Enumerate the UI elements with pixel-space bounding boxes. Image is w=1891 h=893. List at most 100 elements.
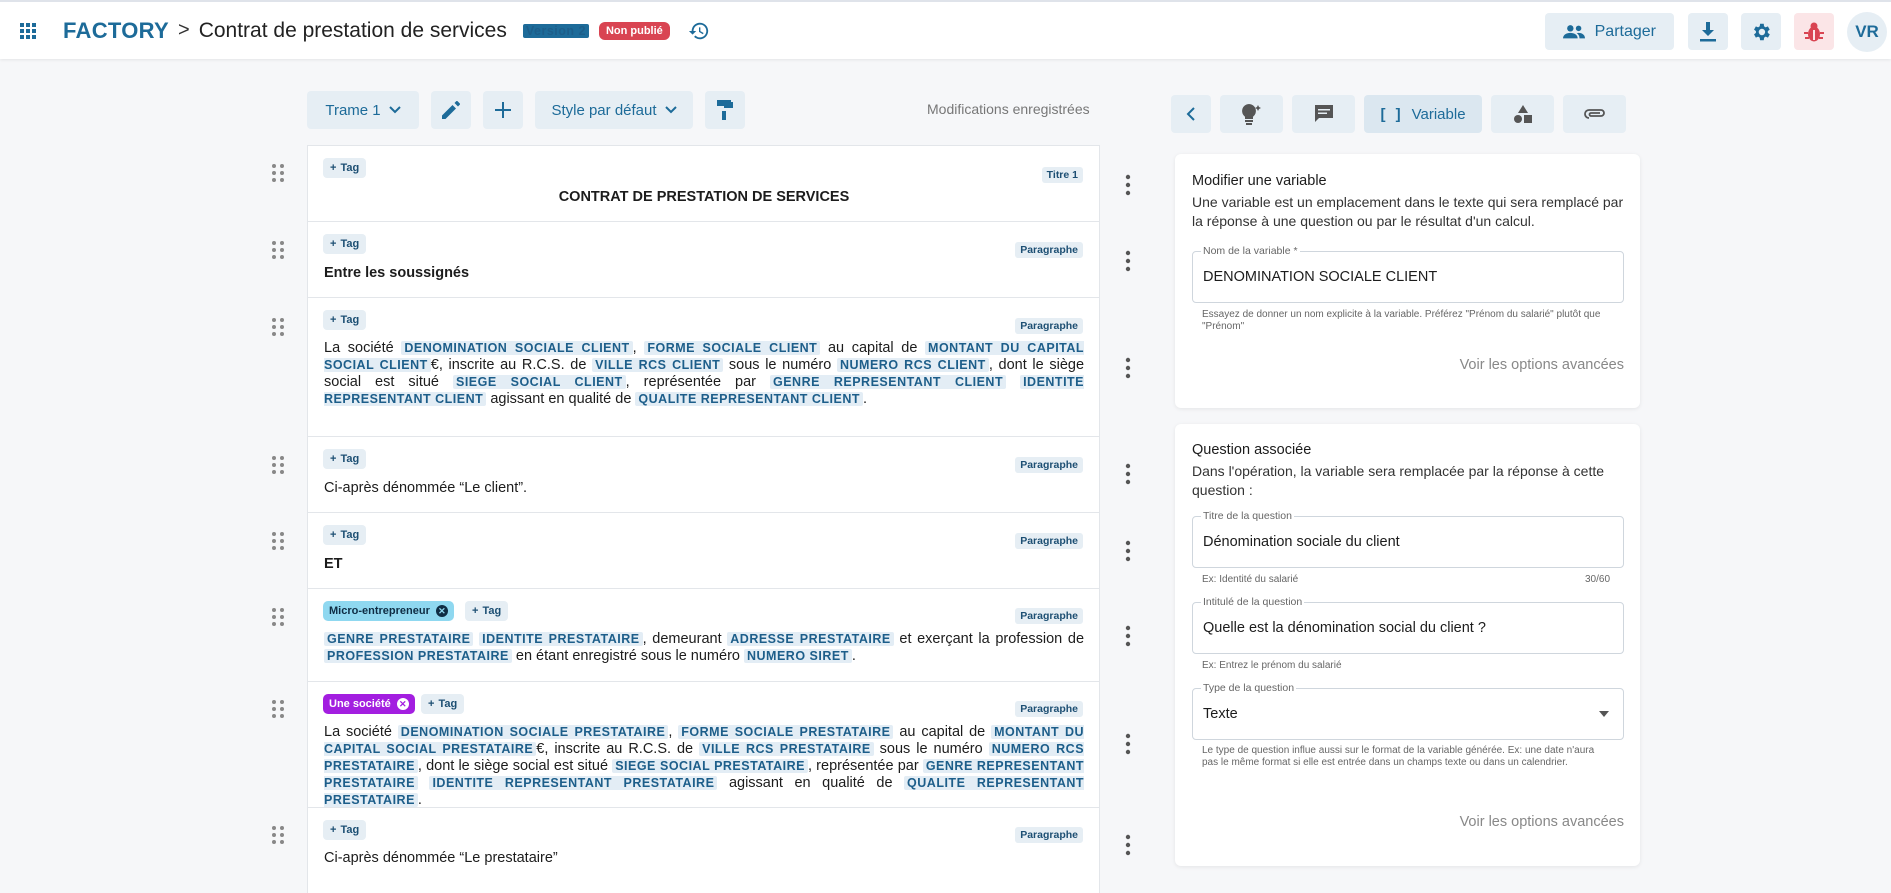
avatar[interactable]: VR xyxy=(1847,11,1887,52)
variable-token[interactable]: NUMERO SIRET xyxy=(744,649,852,663)
more-vert-icon[interactable] xyxy=(1120,357,1136,379)
brackets-icon: [ ] xyxy=(1380,105,1404,123)
drag-handle-icon[interactable] xyxy=(271,607,285,627)
variable-token[interactable]: FORME SOCIALE CLIENT xyxy=(644,341,821,355)
brand-link[interactable]: FACTORY xyxy=(63,18,169,44)
drag-handle-icon[interactable] xyxy=(271,317,285,337)
more-vert-icon[interactable] xyxy=(1120,463,1136,485)
document-block[interactable]: + Tag Paragraphe La société DENOMINATION … xyxy=(307,297,1100,436)
top-bar: FACTORY > Contrat de prestation de servi… xyxy=(0,0,1891,59)
drag-handle-icon[interactable] xyxy=(271,699,285,719)
condition-tag-label: Une société xyxy=(329,698,391,710)
variable-token[interactable]: GENRE PRESTATAIRE xyxy=(324,632,474,646)
variable-token[interactable]: QUALITE REPRESENTANT CLIENT xyxy=(635,392,864,406)
variable-token[interactable]: IDENTITE REPRESENTANT PRESTATAIRE xyxy=(429,776,718,790)
share-button[interactable]: Partager xyxy=(1544,13,1674,50)
settings-button[interactable] xyxy=(1741,13,1781,50)
document-block[interactable]: Une société ✕ + Tag Paragraphe La société… xyxy=(307,681,1100,808)
edit-button[interactable] xyxy=(431,91,471,129)
block-style-badge: Titre 1 xyxy=(1041,167,1083,183)
variable-token[interactable]: GENRE REPRESENTANT CLIENT xyxy=(769,375,1007,389)
add-tag-label: Tag xyxy=(340,314,360,326)
share-label: Partager xyxy=(1594,22,1656,40)
variable-token[interactable]: SIEGE SOCIAL PRESTATAIRE xyxy=(612,759,808,773)
add-tag-button[interactable]: + Tag xyxy=(323,234,367,254)
document-block[interactable]: + Tag Paragraphe ET xyxy=(307,512,1100,588)
add-block-button[interactable] xyxy=(483,91,523,129)
variable-token[interactable]: IDENTITE PRESTATAIRE xyxy=(479,632,643,646)
status-badge: Non publié xyxy=(598,21,670,40)
add-tag-button[interactable]: + Tag xyxy=(323,310,367,330)
more-vert-icon[interactable] xyxy=(1120,625,1136,647)
condition-tag[interactable]: Micro-entrepreneur ✕ xyxy=(323,601,454,621)
drag-handle-icon[interactable] xyxy=(271,825,285,845)
add-tag-button[interactable]: + Tag xyxy=(323,820,367,840)
shapes-icon xyxy=(1513,105,1532,123)
variable-name-field[interactable]: Nom de la variable * DENOMINATION SOCIAL… xyxy=(1192,245,1624,303)
advanced-options-link[interactable]: Voir les options avancées xyxy=(1460,357,1624,373)
question-type-select[interactable]: Type de la question Texte xyxy=(1192,682,1624,740)
plus-icon: + xyxy=(330,314,337,326)
variable-token[interactable]: FORME SOCIALE PRESTATAIRE xyxy=(678,725,894,739)
variable-token[interactable]: VILLE RCS PRESTATAIRE xyxy=(699,742,874,756)
download-icon xyxy=(1700,21,1716,41)
more-vert-icon[interactable] xyxy=(1120,250,1136,272)
add-tag-label: Tag xyxy=(340,453,360,465)
bug-report-button[interactable] xyxy=(1794,13,1834,50)
apps-grid-icon[interactable] xyxy=(11,14,45,48)
advanced-options-link[interactable]: Voir les options avancées xyxy=(1460,814,1624,830)
add-tag-button[interactable]: + Tag xyxy=(465,601,509,621)
people-icon xyxy=(1562,24,1585,38)
history-icon[interactable] xyxy=(686,18,712,44)
variable-token[interactable]: PROFESSION PRESTATAIRE xyxy=(324,649,512,663)
document-block[interactable]: + Tag Titre 1 CONTRAT DE PRESTATION DE SE… xyxy=(307,145,1100,221)
variable-card-title: Modifier une variable xyxy=(1192,173,1327,189)
tab-suggestions[interactable] xyxy=(1220,95,1283,133)
style-select[interactable]: Style par défaut xyxy=(535,91,693,129)
comment-icon xyxy=(1314,105,1333,122)
tab-comments[interactable] xyxy=(1292,95,1355,133)
tab-attachments[interactable] xyxy=(1563,95,1626,133)
more-vert-icon[interactable] xyxy=(1120,834,1136,856)
block-text: La société DENOMINATION SOCIALE PRESTATA… xyxy=(324,724,1085,808)
variable-name-value: DENOMINATION SOCIALE CLIENT xyxy=(1203,269,1438,285)
more-vert-icon[interactable] xyxy=(1120,733,1136,755)
breadcrumb-separator: > xyxy=(178,19,190,41)
condition-tag[interactable]: Une société ✕ xyxy=(323,694,415,714)
drag-handle-icon[interactable] xyxy=(271,531,285,551)
tab-variable[interactable]: [ ] Variable xyxy=(1364,95,1482,133)
variable-token[interactable]: DENOMINATION SOCIALE PRESTATAIRE xyxy=(397,725,669,739)
variable-token[interactable]: DENOMINATION SOCIALE CLIENT xyxy=(401,341,633,355)
drag-handle-icon[interactable] xyxy=(271,455,285,475)
variable-token[interactable]: VILLE RCS CLIENT xyxy=(592,358,724,372)
bug-icon xyxy=(1804,22,1824,41)
remove-tag-icon[interactable]: ✕ xyxy=(435,605,448,617)
variable-token[interactable]: SIEGE SOCIAL CLIENT xyxy=(452,375,626,389)
question-card: Question associée Dans l'opération, la v… xyxy=(1175,424,1640,866)
add-tag-button[interactable]: + Tag xyxy=(421,694,465,714)
version-badge: Version 2 xyxy=(522,23,589,38)
drag-handle-icon[interactable] xyxy=(271,163,285,183)
more-vert-icon[interactable] xyxy=(1120,174,1136,196)
download-button[interactable] xyxy=(1688,13,1728,50)
more-vert-icon[interactable] xyxy=(1120,540,1136,562)
add-tag-button[interactable]: + Tag xyxy=(323,158,367,178)
variable-token[interactable]: NUMERO RCS CLIENT xyxy=(837,358,989,372)
document-block[interactable]: + Tag Paragraphe Ci-après dénommée “Le pr… xyxy=(307,807,1100,893)
document-block[interactable]: + Tag Paragraphe Entre les soussignés xyxy=(307,221,1100,297)
format-painter-button[interactable] xyxy=(705,91,745,129)
drag-handle-icon[interactable] xyxy=(271,240,285,260)
trame-select[interactable]: Trame 1 xyxy=(307,91,419,129)
add-tag-button[interactable]: + Tag xyxy=(323,525,367,545)
question-intitule-field[interactable]: Intitulé de la question Quelle est la dé… xyxy=(1192,596,1624,654)
question-type-label: Type de la question xyxy=(1201,682,1297,694)
document-block[interactable]: Micro-entrepreneur ✕ + Tag Paragraphe GEN… xyxy=(307,588,1100,681)
add-tag-button[interactable]: + Tag xyxy=(323,449,367,469)
collapse-panel-button[interactable] xyxy=(1171,95,1211,133)
add-tag-label: Tag xyxy=(438,698,458,710)
tab-shapes[interactable] xyxy=(1491,95,1554,133)
remove-tag-icon[interactable]: ✕ xyxy=(396,698,409,710)
document-block[interactable]: + Tag Paragraphe Ci-après dénommée “Le cl… xyxy=(307,436,1100,512)
variable-token[interactable]: ADRESSE PRESTATAIRE xyxy=(727,632,894,646)
question-title-field[interactable]: Titre de la question Dénomination social… xyxy=(1192,510,1624,568)
